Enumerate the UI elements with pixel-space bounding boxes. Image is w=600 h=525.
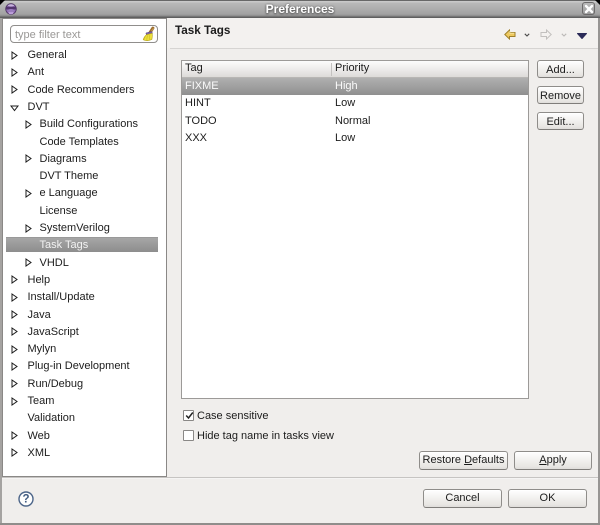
svg-text:?: ? bbox=[22, 494, 29, 506]
